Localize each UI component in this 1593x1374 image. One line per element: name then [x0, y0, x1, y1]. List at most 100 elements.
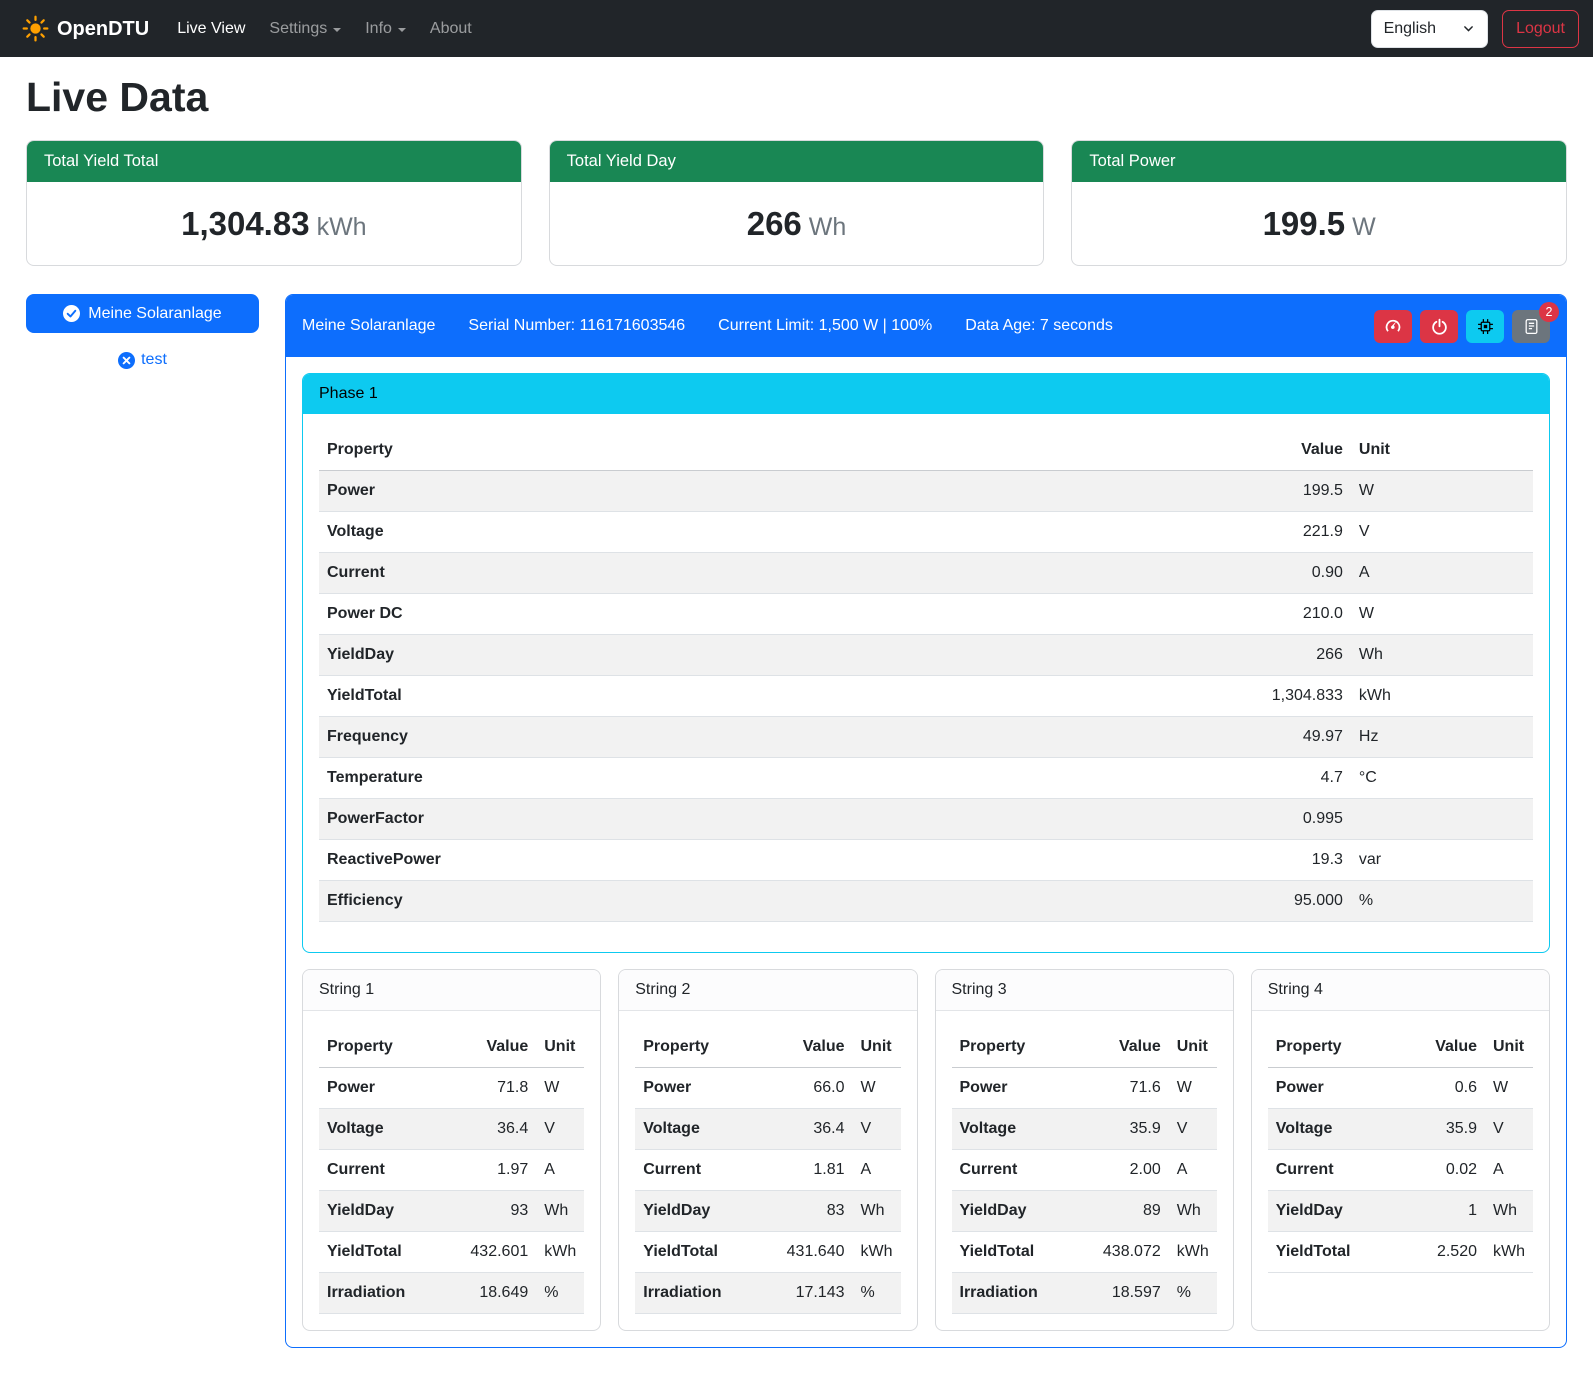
string-4-title: String 4 [1252, 970, 1549, 1011]
device-info-button[interactable] [1466, 310, 1504, 343]
language-select[interactable]: English [1371, 10, 1488, 48]
value-cell: 199.5 [1108, 471, 1351, 512]
table-row: ReactivePower19.3var [319, 840, 1533, 881]
card-value: 1,304.83 [181, 205, 309, 242]
value-cell: 49.97 [1108, 717, 1351, 758]
unit-cell: W [853, 1068, 901, 1109]
navbar: OpenDTU Live View Settings Info About En… [0, 0, 1593, 57]
property-cell: Voltage [952, 1109, 1074, 1150]
dropdown-caret-icon [333, 28, 341, 32]
property-cell: Power [319, 1068, 441, 1109]
string-1-card: String 1 Property Value Unit [302, 969, 601, 1331]
table-row: YieldDay83Wh [635, 1191, 900, 1232]
property-cell: YieldTotal [635, 1232, 757, 1273]
property-cell: Efficiency [319, 881, 1108, 922]
column-unit: Unit [1169, 1027, 1217, 1068]
property-cell: Power [635, 1068, 757, 1109]
table-row: Voltage35.9V [952, 1109, 1217, 1150]
event-log-button[interactable]: 2 [1512, 310, 1550, 343]
inverter-test-label: test [141, 348, 167, 372]
value-cell: 431.640 [757, 1232, 852, 1273]
property-cell: Irradiation [319, 1273, 441, 1314]
nav-settings-label: Settings [269, 17, 327, 41]
property-cell: Irradiation [952, 1273, 1074, 1314]
unit-cell: W [1351, 594, 1533, 635]
limit-settings-button[interactable] [1374, 310, 1412, 343]
property-cell: PowerFactor [319, 799, 1108, 840]
table-row: Power DC210.0W [319, 594, 1533, 635]
nav-about[interactable]: About [418, 9, 484, 49]
table-row: YieldTotal2.520kWh [1268, 1232, 1533, 1273]
inverter-select-button[interactable]: Meine Solaranlage [26, 294, 259, 333]
nav-live-view[interactable]: Live View [165, 9, 257, 49]
table-row: YieldDay93Wh [319, 1191, 584, 1232]
property-cell: Voltage [319, 512, 1108, 553]
value-cell: 1.97 [441, 1150, 536, 1191]
value-cell: 438.072 [1073, 1232, 1168, 1273]
property-cell: Power [319, 471, 1108, 512]
brand-link[interactable]: OpenDTU [14, 14, 157, 44]
phase-1-card: Phase 1 Property Value Unit Power199.5WV… [302, 373, 1550, 953]
unit-cell: V [853, 1109, 901, 1150]
card-title: Total Yield Total [27, 141, 521, 182]
data-age: Data Age: 7 seconds [965, 314, 1113, 338]
column-unit: Unit [853, 1027, 901, 1068]
string-4-card: String 4 Property Value Unit [1251, 969, 1550, 1331]
value-cell: 17.143 [757, 1273, 852, 1314]
string-4-table: Property Value Unit Power0.6WVoltage35.9… [1268, 1027, 1533, 1273]
inverter-sidebar: Meine Solaranlage test [26, 294, 259, 372]
table-row: YieldDay266Wh [319, 635, 1533, 676]
unit-cell: Wh [1485, 1191, 1533, 1232]
value-cell: 66.0 [757, 1068, 852, 1109]
string-1-title: String 1 [303, 970, 600, 1011]
value-cell: 35.9 [1400, 1109, 1485, 1150]
x-circle-icon [118, 352, 135, 369]
card-value: 266 [747, 205, 802, 242]
unit-cell: °C [1351, 758, 1533, 799]
value-cell: 0.6 [1400, 1068, 1485, 1109]
value-cell: 93 [441, 1191, 536, 1232]
inverter-item-test[interactable]: test [26, 348, 259, 372]
table-row: Irradiation18.649% [319, 1273, 584, 1314]
table-row: Voltage35.9V [1268, 1109, 1533, 1150]
value-cell: 71.8 [441, 1068, 536, 1109]
unit-cell: V [1351, 512, 1533, 553]
nav-settings[interactable]: Settings [257, 9, 353, 49]
value-cell: 432.601 [441, 1232, 536, 1273]
value-cell: 71.6 [1073, 1068, 1168, 1109]
value-cell: 0.02 [1400, 1150, 1485, 1191]
card-title: Total Power [1072, 141, 1566, 182]
language-select-value: English [1384, 17, 1436, 41]
value-cell: 1.81 [757, 1150, 852, 1191]
nav-info[interactable]: Info [353, 9, 418, 49]
column-property: Property [952, 1027, 1074, 1068]
card-unit: W [1352, 213, 1376, 241]
inverter-select-label: Meine Solaranlage [88, 305, 221, 323]
navbar-right: English Logout [1371, 10, 1579, 48]
table-row: Power66.0W [635, 1068, 900, 1109]
table-row: Power0.6W [1268, 1068, 1533, 1109]
table-row: YieldDay89Wh [952, 1191, 1217, 1232]
unit-cell: % [853, 1273, 901, 1314]
unit-cell: W [1351, 471, 1533, 512]
table-row: Frequency49.97Hz [319, 717, 1533, 758]
unit-cell: A [1351, 553, 1533, 594]
value-cell: 19.3 [1108, 840, 1351, 881]
power-button[interactable] [1420, 310, 1458, 343]
property-cell: ReactivePower [319, 840, 1108, 881]
unit-cell: A [1485, 1150, 1533, 1191]
value-cell: 4.7 [1108, 758, 1351, 799]
logout-button[interactable]: Logout [1502, 10, 1579, 48]
column-property: Property [319, 430, 1108, 471]
inverter-name: Meine Solaranlage [302, 314, 435, 338]
unit-cell: Wh [1169, 1191, 1217, 1232]
unit-cell: A [1169, 1150, 1217, 1191]
total-yield-total-card: Total Yield Total 1,304.83kWh [26, 140, 522, 266]
speedometer-icon [1384, 317, 1402, 335]
current-limit: Current Limit: 1,500 W | 100% [718, 314, 932, 338]
value-cell: 95.000 [1108, 881, 1351, 922]
total-power-card: Total Power 199.5W [1071, 140, 1567, 266]
phase-1-body: Property Value Unit Power199.5WVoltage22… [303, 414, 1549, 952]
property-cell: YieldTotal [1268, 1232, 1401, 1273]
string-3-table: Property Value Unit Power71.6WVoltage35.… [952, 1027, 1217, 1314]
